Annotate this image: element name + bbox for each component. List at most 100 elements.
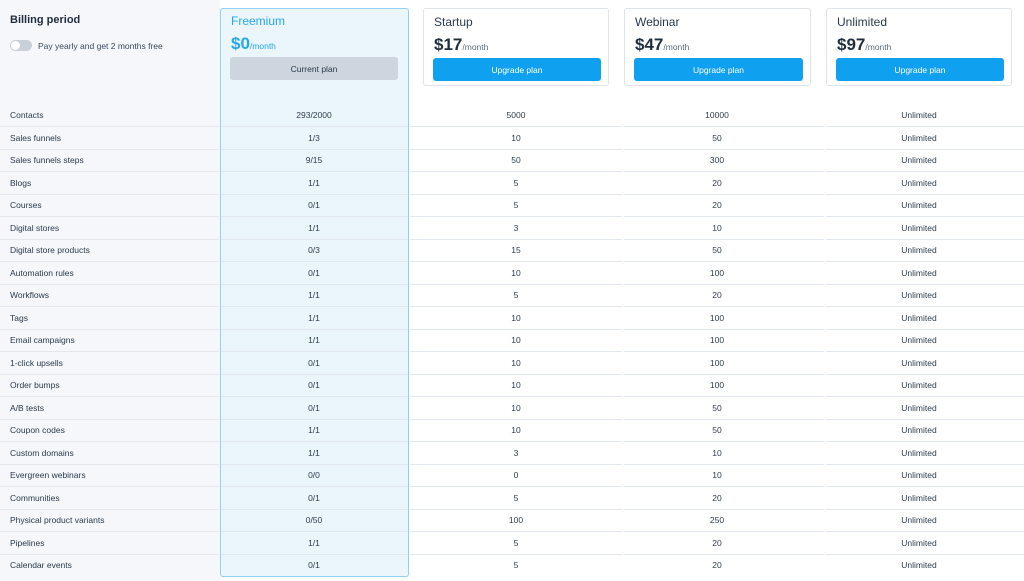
feature-value-startup: 10 bbox=[511, 267, 521, 278]
feature-value-freemium: 1/1 bbox=[308, 222, 320, 233]
feature-value-startup: 10 bbox=[511, 312, 521, 323]
feature-value-startup: 5 bbox=[513, 177, 519, 188]
feature-value-freemium: 0/0 bbox=[308, 470, 320, 481]
feature-value-unlimited: Unlimited bbox=[901, 132, 937, 143]
feature-value-startup: 3 bbox=[513, 447, 519, 458]
plan-price-amount: $47 bbox=[635, 35, 664, 54]
feature-value-webinar: 20 bbox=[712, 492, 722, 503]
feature-value-freemium: 1/1 bbox=[308, 312, 320, 323]
feature-value-unlimited: Unlimited bbox=[901, 245, 937, 256]
feature-value-webinar: 50 bbox=[712, 245, 722, 256]
feature-label: A/B tests bbox=[10, 402, 45, 413]
feature-value-startup: 5000 bbox=[506, 110, 526, 121]
feature-value-freemium: 1/1 bbox=[308, 537, 320, 548]
feature-value-freemium: 293/2000 bbox=[296, 110, 332, 121]
plan-price-amount: $97 bbox=[837, 35, 866, 54]
table-row: Pipelines 1/1 5 20 Unlimited bbox=[0, 532, 1024, 555]
table-row: Sales funnels 1/3 10 50 Unlimited bbox=[0, 127, 1024, 150]
feature-label: 1-click upsells bbox=[10, 357, 63, 368]
table-row: Communities 0/1 5 20 Unlimited bbox=[0, 487, 1024, 510]
feature-value-webinar: 20 bbox=[712, 560, 722, 571]
feature-value-webinar: 50 bbox=[712, 132, 722, 143]
yearly-billing-label: Pay yearly and get 2 months free bbox=[38, 40, 163, 51]
feature-value-unlimited: Unlimited bbox=[901, 290, 937, 301]
feature-label: Automation rules bbox=[10, 267, 74, 278]
feature-value-freemium: 0/1 bbox=[308, 402, 320, 413]
feature-value-webinar: 10 bbox=[712, 470, 722, 481]
table-row: Custom domains 1/1 3 10 Unlimited bbox=[0, 442, 1024, 465]
feature-value-unlimited: Unlimited bbox=[901, 335, 937, 346]
feature-value-startup: 5 bbox=[513, 290, 519, 301]
plan-card-startup: Startup $17/month Upgrade plan bbox=[423, 8, 609, 86]
feature-value-webinar: 10000 bbox=[705, 110, 729, 121]
feature-value-freemium: 0/1 bbox=[308, 380, 320, 391]
feature-label: Evergreen webinars bbox=[10, 470, 86, 481]
feature-value-unlimited: Unlimited bbox=[901, 110, 937, 121]
current-plan-button[interactable]: Current plan bbox=[230, 57, 398, 80]
feature-value-startup: 10 bbox=[511, 380, 521, 391]
feature-value-unlimited: Unlimited bbox=[901, 357, 937, 368]
upgrade-plan-button-unlimited[interactable]: Upgrade plan bbox=[836, 58, 1004, 81]
feature-value-unlimited: Unlimited bbox=[901, 447, 937, 458]
feature-value-freemium: 0/1 bbox=[308, 492, 320, 503]
feature-value-freemium: 0/1 bbox=[308, 560, 320, 571]
feature-label: Contacts bbox=[10, 110, 44, 121]
feature-value-unlimited: Unlimited bbox=[901, 492, 937, 503]
plan-name: Webinar bbox=[635, 15, 680, 29]
feature-value-webinar: 10 bbox=[712, 222, 722, 233]
feature-label: Blogs bbox=[10, 177, 32, 188]
feature-value-webinar: 300 bbox=[709, 155, 725, 166]
feature-value-freemium: 0/50 bbox=[305, 515, 323, 526]
table-row: Automation rules 0/1 10 100 Unlimited bbox=[0, 262, 1024, 285]
plan-card-unlimited: Unlimited $97/month Upgrade plan bbox=[826, 8, 1012, 86]
feature-value-freemium: 0/3 bbox=[308, 245, 320, 256]
table-row: Contacts 293/2000 5000 10000 Unlimited bbox=[0, 104, 1024, 127]
feature-value-freemium: 9/15 bbox=[305, 155, 323, 166]
upgrade-plan-button-webinar[interactable]: Upgrade plan bbox=[634, 58, 803, 81]
plan-name: Freemium bbox=[231, 14, 286, 28]
feature-value-startup: 10 bbox=[511, 357, 521, 368]
feature-value-webinar: 20 bbox=[712, 177, 722, 188]
feature-value-unlimited: Unlimited bbox=[901, 155, 937, 166]
feature-value-startup: 0 bbox=[513, 470, 519, 481]
feature-value-startup: 5 bbox=[513, 537, 519, 548]
feature-value-startup: 50 bbox=[511, 155, 521, 166]
table-row: Order bumps 0/1 10 100 Unlimited bbox=[0, 374, 1024, 397]
feature-value-freemium: 1/1 bbox=[308, 447, 320, 458]
feature-label: Workflows bbox=[10, 290, 50, 301]
feature-value-unlimited: Unlimited bbox=[901, 537, 937, 548]
table-row: Calendar events 0/1 5 20 Unlimited bbox=[0, 554, 1024, 577]
feature-value-webinar: 250 bbox=[709, 515, 725, 526]
feature-label: Courses bbox=[10, 200, 42, 211]
table-row: Digital stores 1/1 3 10 Unlimited bbox=[0, 217, 1024, 240]
feature-label: Coupon codes bbox=[10, 425, 65, 436]
feature-value-freemium: 0/1 bbox=[308, 200, 320, 211]
upgrade-plan-button-startup[interactable]: Upgrade plan bbox=[433, 58, 601, 81]
feature-value-webinar: 100 bbox=[709, 267, 725, 278]
table-row: Evergreen webinars 0/0 0 10 Unlimited bbox=[0, 464, 1024, 487]
table-row: Coupon codes 1/1 10 50 Unlimited bbox=[0, 419, 1024, 442]
table-row: Blogs 1/1 5 20 Unlimited bbox=[0, 172, 1024, 195]
feature-comparison-table: Contacts 293/2000 5000 10000 Unlimited Sales … bbox=[0, 104, 1024, 577]
plan-price-amount: $0 bbox=[231, 34, 250, 53]
feature-value-freemium: 1/3 bbox=[308, 132, 320, 143]
feature-value-freemium: 1/1 bbox=[308, 290, 320, 301]
plan-price-period: /month bbox=[249, 41, 276, 51]
table-row: Sales funnels steps 9/15 50 300 Unlimited bbox=[0, 149, 1024, 172]
table-row: Email campaigns 1/1 10 100 Unlimited bbox=[0, 329, 1024, 352]
feature-value-freemium: 0/1 bbox=[308, 267, 320, 278]
feature-value-startup: 10 bbox=[511, 335, 521, 346]
feature-label: Digital store products bbox=[10, 245, 90, 256]
feature-value-unlimited: Unlimited bbox=[901, 312, 937, 323]
feature-label: Physical product variants bbox=[10, 515, 105, 526]
yearly-billing-toggle[interactable] bbox=[10, 40, 32, 51]
feature-value-startup: 100 bbox=[508, 515, 524, 526]
feature-value-freemium: 1/1 bbox=[308, 335, 320, 346]
billing-period-panel: Billing period Pay yearly and get 2 mont… bbox=[10, 14, 215, 51]
feature-value-unlimited: Unlimited bbox=[901, 425, 937, 436]
feature-label: Sales funnels bbox=[10, 132, 62, 143]
feature-value-unlimited: Unlimited bbox=[901, 222, 937, 233]
billing-period-title: Billing period bbox=[10, 14, 81, 26]
feature-value-webinar: 100 bbox=[709, 312, 725, 323]
plan-card-freemium: Freemium $0/month Current plan bbox=[221, 8, 408, 86]
